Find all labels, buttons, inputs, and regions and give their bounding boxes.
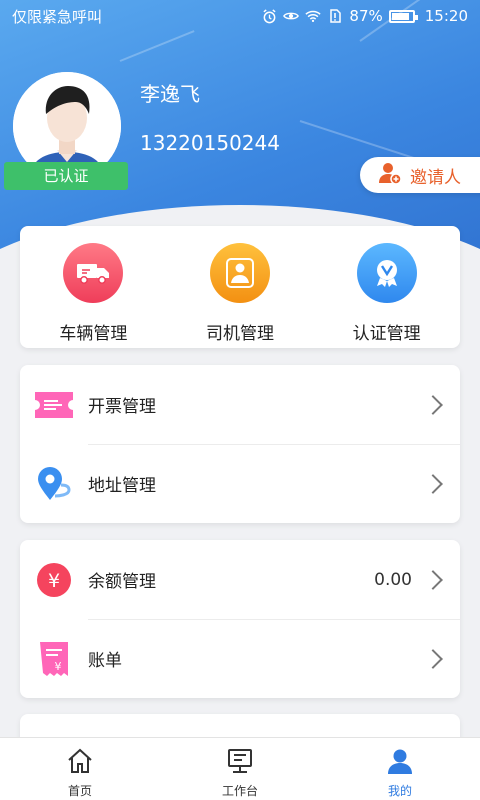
truck-icon	[63, 243, 124, 303]
home-icon	[66, 747, 94, 779]
user-icon	[386, 747, 414, 779]
quick-action-label: 认证管理	[352, 324, 421, 344]
tab-workbench[interactable]: 工作台	[160, 738, 320, 800]
certificate-icon	[356, 243, 417, 303]
user-phone: 13220150244	[140, 131, 280, 155]
eye-icon	[283, 9, 300, 23]
chevron-right-icon	[423, 473, 443, 494]
balance-value: 0.00	[374, 569, 412, 590]
carrier-text: 仅限紧急呼叫	[12, 7, 103, 26]
tab-mine[interactable]: 我的	[320, 738, 480, 800]
quick-action-label: 司机管理	[206, 324, 274, 344]
quick-action-certification[interactable]: 认证管理	[313, 226, 460, 348]
tab-label: 首页	[67, 784, 92, 798]
menu-item-label: 地址管理	[88, 476, 156, 496]
chevron-right-icon	[423, 569, 443, 590]
sim-icon	[327, 9, 343, 23]
driver-icon	[210, 243, 270, 303]
menu-item-bill[interactable]: ¥ 账单	[20, 619, 460, 698]
menu-item-label: 账单	[88, 651, 122, 671]
tab-home[interactable]: 首页	[0, 738, 160, 800]
workbench-icon	[226, 747, 254, 779]
user-name: 李逸飞	[140, 82, 200, 106]
battery-icon	[388, 9, 418, 23]
wifi-icon	[305, 9, 322, 23]
yuan-coin-icon: ¥	[34, 560, 74, 600]
status-bar: 仅限紧急呼叫 87% 15:20	[0, 0, 480, 32]
menu-item-balance[interactable]: ¥ 余额管理 0.00	[20, 540, 460, 619]
menu-item-address[interactable]: 地址管理	[20, 444, 460, 523]
verified-badge: 已认证	[4, 162, 128, 190]
svg-text:¥: ¥	[55, 660, 62, 673]
chevron-right-icon	[423, 648, 443, 669]
tab-label: 工作台	[221, 784, 258, 798]
invite-label: 邀请人	[410, 167, 461, 188]
ticket-icon	[34, 385, 74, 425]
bottom-tab-bar: 首页 工作台 我的	[0, 737, 480, 800]
bill-icon: ¥	[34, 639, 74, 679]
quick-action-vehicle[interactable]: 车辆管理	[20, 226, 167, 348]
menu-item-label: 开票管理	[88, 397, 156, 417]
tab-label: 我的	[387, 784, 412, 798]
quick-actions-card: 车辆管理 司机管理 认证管理	[20, 226, 460, 348]
menu-card-balance-bill: ¥ 余额管理 0.00 ¥ 账单	[20, 540, 460, 698]
quick-action-label: 车辆管理	[59, 324, 128, 344]
menu-card-invoice-address: 开票管理 地址管理	[20, 365, 460, 523]
invite-button[interactable]: 邀请人	[360, 157, 480, 193]
clock-time: 15:20	[424, 7, 468, 25]
add-user-icon	[378, 161, 402, 190]
menu-item-invoice[interactable]: 开票管理	[20, 365, 460, 444]
location-pin-icon	[34, 464, 74, 504]
battery-percent: 87%	[349, 7, 383, 25]
chevron-right-icon	[423, 394, 443, 415]
alarm-icon	[261, 8, 277, 23]
menu-item-label: 余额管理	[88, 572, 156, 592]
quick-action-driver[interactable]: 司机管理	[167, 226, 314, 348]
svg-text:¥: ¥	[48, 570, 60, 592]
